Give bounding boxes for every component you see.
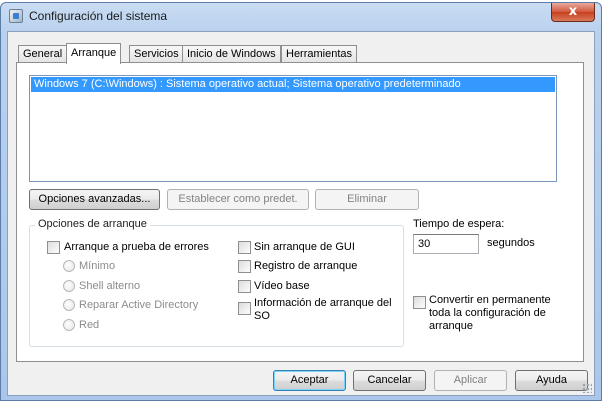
tab-boot[interactable]: Arranque xyxy=(66,43,122,64)
timeout-input[interactable] xyxy=(413,234,479,254)
timeout-units-label: segundos xyxy=(487,237,535,249)
make-permanent-checkbox[interactable] xyxy=(413,296,426,309)
network-label[interactable]: Red xyxy=(79,319,99,331)
minimal-label[interactable]: Mínimo xyxy=(79,260,115,272)
boot-log-checkbox[interactable] xyxy=(238,260,251,273)
boot-log-label[interactable]: Registro de arranque xyxy=(254,260,357,272)
tab-general[interactable]: General xyxy=(18,45,68,63)
tab-label: Herramientas xyxy=(286,48,353,60)
title-bar[interactable]: Configuración del sistema x xyxy=(1,3,601,31)
alternate-shell-label[interactable]: Shell alterno xyxy=(79,280,140,292)
make-permanent-label[interactable]: Convertir en permanente toda la configur… xyxy=(429,294,569,333)
delete-button[interactable]: Eliminar xyxy=(315,189,419,210)
window-title: Configuración del sistema xyxy=(29,9,168,23)
no-gui-boot-label[interactable]: Sin arranque de GUI xyxy=(254,241,355,253)
os-list-item-selected[interactable]: Windows 7 (C:\Windows) : Sistema operati… xyxy=(31,77,555,92)
close-button[interactable]: x xyxy=(551,3,595,22)
boot-options-group-label: Opciones de arranque xyxy=(35,218,150,230)
no-gui-boot-checkbox[interactable] xyxy=(238,241,251,254)
apply-button[interactable]: Aplicar xyxy=(434,370,507,391)
os-boot-info-checkbox[interactable] xyxy=(238,302,251,315)
msconfig-app-icon xyxy=(9,9,23,23)
tab-label: Servicios xyxy=(134,48,179,60)
os-list[interactable]: Windows 7 (C:\Windows) : Sistema operati… xyxy=(29,75,557,182)
repair-ad-label[interactable]: Reparar Active Directory xyxy=(79,299,198,311)
cancel-button[interactable]: Cancelar xyxy=(353,370,426,391)
help-button[interactable]: Ayuda xyxy=(515,370,588,391)
safe-boot-checkbox[interactable] xyxy=(47,241,60,254)
tab-label: Arranque xyxy=(71,47,117,59)
boot-tab-page: Windows 7 (C:\Windows) : Sistema operati… xyxy=(16,62,584,362)
tab-startup[interactable]: Inicio de Windows xyxy=(182,45,281,63)
system-configuration-window: Configuración del sistema x General Arra… xyxy=(0,2,602,401)
tab-label: General xyxy=(23,48,63,60)
tab-services[interactable]: Servicios xyxy=(129,45,184,63)
advanced-options-button[interactable]: Opciones avanzadas... xyxy=(29,189,160,210)
tab-tools[interactable]: Herramientas xyxy=(281,45,358,63)
set-default-button[interactable]: Establecer como predet. xyxy=(167,189,309,210)
timeout-label: Tiempo de espera: xyxy=(413,218,505,230)
minimal-radio[interactable] xyxy=(63,260,75,272)
close-icon: x xyxy=(568,4,578,19)
base-video-label[interactable]: Vídeo base xyxy=(254,280,310,292)
tab-label: Inicio de Windows xyxy=(187,48,276,60)
network-radio[interactable] xyxy=(63,319,75,331)
safe-boot-label[interactable]: Arranque a prueba de errores xyxy=(64,241,209,253)
ok-button[interactable]: Aceptar xyxy=(273,370,346,391)
base-video-checkbox[interactable] xyxy=(238,280,251,293)
repair-ad-radio[interactable] xyxy=(63,299,75,311)
resize-grip-icon[interactable] xyxy=(582,383,592,393)
os-boot-info-label[interactable]: Información de arranque del SO xyxy=(254,297,394,323)
alternate-shell-radio[interactable] xyxy=(63,280,75,292)
dialog-panel: General Arranque Servicios Inicio de Win… xyxy=(7,31,595,396)
